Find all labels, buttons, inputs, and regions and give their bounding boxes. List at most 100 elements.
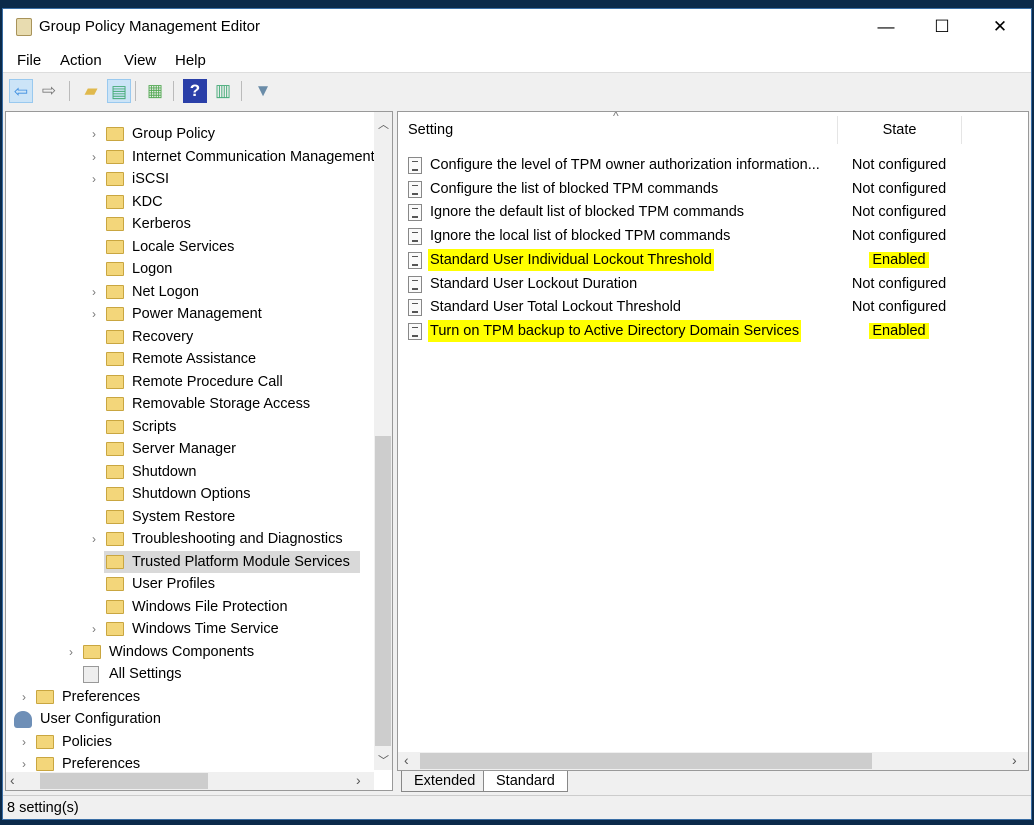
tree-item-logon[interactable]: Logon <box>6 258 372 280</box>
tree-item-windows-time-service[interactable]: › Windows Time Service <box>6 618 372 640</box>
tree-item-kdc[interactable]: KDC <box>6 191 372 213</box>
setting-state: Not configured <box>851 157 947 173</box>
tree-item-windows-file-protection[interactable]: Windows File Protection <box>6 596 372 618</box>
setting-state: Not configured <box>851 275 947 292</box>
state-cell: Enabled <box>840 320 958 342</box>
scroll-left-icon[interactable]: ‹ <box>10 772 15 788</box>
chevron-right-icon[interactable]: › <box>92 146 102 168</box>
column-header-setting[interactable]: Setting <box>398 116 838 144</box>
tree-item-shutdown[interactable]: Shutdown <box>6 461 372 483</box>
tree-item-locale-services[interactable]: Locale Services <box>6 236 372 258</box>
setting-state: Enabled <box>869 322 929 339</box>
tree-item-shutdown-options[interactable]: Shutdown Options <box>6 483 372 505</box>
tree-item-group-policy[interactable]: › Group Policy <box>6 123 372 145</box>
chevron-right-icon[interactable]: › <box>92 618 102 640</box>
chevron-right-icon[interactable]: › <box>92 123 102 145</box>
menu-action[interactable]: Action <box>60 52 102 69</box>
maximize-button[interactable]: ☐ <box>919 9 965 45</box>
tree-item-server-manager[interactable]: Server Manager <box>6 438 372 460</box>
tree-item-label: Group Policy <box>132 126 216 142</box>
tree-item-preferences[interactable]: › Preferences <box>6 686 372 708</box>
tree-item-label: Trusted Platform Module Services <box>132 553 350 570</box>
menu-file[interactable]: File <box>17 52 41 69</box>
setting-name: Standard User Total Lockout Threshold <box>430 299 681 316</box>
scroll-down-icon[interactable]: ﹀ <box>378 752 389 768</box>
state-cell: Not configured <box>840 154 958 176</box>
tree-item-windows-components[interactable]: › Windows Components <box>6 641 372 663</box>
tree-item-user-profiles[interactable]: User Profiles <box>6 573 372 595</box>
tree-item-label: Shutdown Options <box>132 486 251 502</box>
forward-icon[interactable]: ⇨ <box>37 79 61 103</box>
tree-item-trusted-platform-module-services[interactable]: Trusted Platform Module Services <box>104 550 360 573</box>
tree-item-troubleshooting-and-diagnostics[interactable]: › Troubleshooting and Diagnostics <box>6 528 372 550</box>
toolbar-separator <box>173 81 174 101</box>
tab-extended[interactable]: Extended <box>401 771 489 792</box>
tree-item-all-settings[interactable]: All Settings <box>6 663 372 685</box>
setting-row[interactable]: Turn on TPM backup to Active Directory D… <box>404 319 964 342</box>
column-header-state[interactable]: State <box>838 116 962 144</box>
tree-item-policies[interactable]: › Policies <box>6 731 372 753</box>
tree-item-label: Remote Assistance <box>132 351 257 367</box>
back-icon[interactable]: ⇦ <box>9 79 33 103</box>
title-bar: Group Policy Management Editor — ☐ ✕ <box>3 9 1031 45</box>
export-list-icon[interactable]: ▦ <box>143 79 167 103</box>
tree-item-kerberos[interactable]: Kerberos <box>6 213 372 235</box>
tree-item-scripts[interactable]: Scripts <box>6 416 372 438</box>
policy-setting-icon <box>408 228 422 246</box>
scroll-thumb[interactable] <box>375 436 391 746</box>
tree-item-remote-procedure-call[interactable]: Remote Procedure Call <box>6 371 372 393</box>
chevron-right-icon[interactable]: › <box>69 641 79 663</box>
tree-item-remote-assistance[interactable]: Remote Assistance <box>6 348 372 370</box>
setting-row[interactable]: Standard User Individual Lockout Thresho… <box>404 248 964 271</box>
tree-item-label: User Configuration <box>40 711 161 727</box>
tree-item-system-restore[interactable]: System Restore <box>6 506 372 528</box>
minimize-button[interactable]: — <box>863 9 909 45</box>
tree-vertical-scrollbar[interactable]: ︿ ﹀ <box>374 112 392 770</box>
tree-item-net-logon[interactable]: › Net Logon <box>6 281 372 303</box>
chevron-right-icon[interactable]: › <box>92 528 102 550</box>
menu-view[interactable]: View <box>124 52 156 69</box>
setting-row[interactable]: Configure the list of blocked TPM comman… <box>404 178 964 200</box>
up-folder-icon[interactable]: ▰ <box>79 79 103 103</box>
action-pane-icon[interactable]: ▥ <box>211 79 235 103</box>
chevron-right-icon[interactable]: › <box>92 168 102 190</box>
tree-item-user-configuration[interactable]: User Configuration <box>6 708 372 730</box>
chevron-right-icon[interactable]: › <box>22 686 32 708</box>
list-horizontal-scrollbar[interactable]: ‹ › <box>398 752 1028 770</box>
folder-icon <box>83 644 101 659</box>
setting-row[interactable]: Ignore the default list of blocked TPM c… <box>404 201 964 223</box>
tree-item-internet-communication-management[interactable]: › Internet Communication Management <box>6 146 375 168</box>
filter-icon[interactable]: ▼ <box>251 79 275 103</box>
scroll-right-icon[interactable]: › <box>1012 752 1017 768</box>
show-hide-tree-icon[interactable]: ▤ <box>107 79 131 103</box>
tree-item-removable-storage-access[interactable]: Removable Storage Access <box>6 393 372 415</box>
setting-state: Enabled <box>869 251 929 268</box>
tree-item-recovery[interactable]: Recovery <box>6 326 372 348</box>
scroll-right-icon[interactable]: › <box>356 772 361 788</box>
policy-setting-icon <box>408 299 422 317</box>
menu-help[interactable]: Help <box>175 52 206 69</box>
tree-item-label: Troubleshooting and Diagnostics <box>132 531 343 547</box>
chevron-right-icon[interactable]: › <box>92 303 102 325</box>
scroll-up-icon[interactable]: ︿ <box>378 116 389 132</box>
setting-row[interactable]: Configure the level of TPM owner authori… <box>404 154 964 176</box>
chevron-right-icon[interactable]: › <box>22 731 32 753</box>
tree-item-iscsi[interactable]: › iSCSI <box>6 168 372 190</box>
tree-item-label: Locale Services <box>132 238 235 255</box>
scroll-thumb[interactable] <box>40 773 208 789</box>
tree-item-label: Net Logon <box>132 283 199 300</box>
folder-icon <box>106 532 124 546</box>
scroll-left-icon[interactable]: ‹ <box>404 752 409 768</box>
setting-row[interactable]: Ignore the local list of blocked TPM com… <box>404 225 964 247</box>
chevron-right-icon[interactable]: › <box>92 281 102 303</box>
setting-row[interactable]: Standard User Total Lockout Threshold Not… <box>404 296 964 318</box>
close-button[interactable]: ✕ <box>977 9 1023 45</box>
setting-row[interactable]: Standard User Lockout Duration Not config… <box>404 273 964 295</box>
tab-standard[interactable]: Standard <box>483 771 568 792</box>
tree-item-label: Kerberos <box>132 216 191 232</box>
folder-icon <box>106 622 124 636</box>
scroll-thumb[interactable] <box>420 753 872 769</box>
tree-horizontal-scrollbar[interactable]: ‹ › <box>6 772 374 790</box>
help-icon[interactable]: ? <box>183 79 207 103</box>
tree-item-power-management[interactable]: › Power Management <box>6 303 372 325</box>
